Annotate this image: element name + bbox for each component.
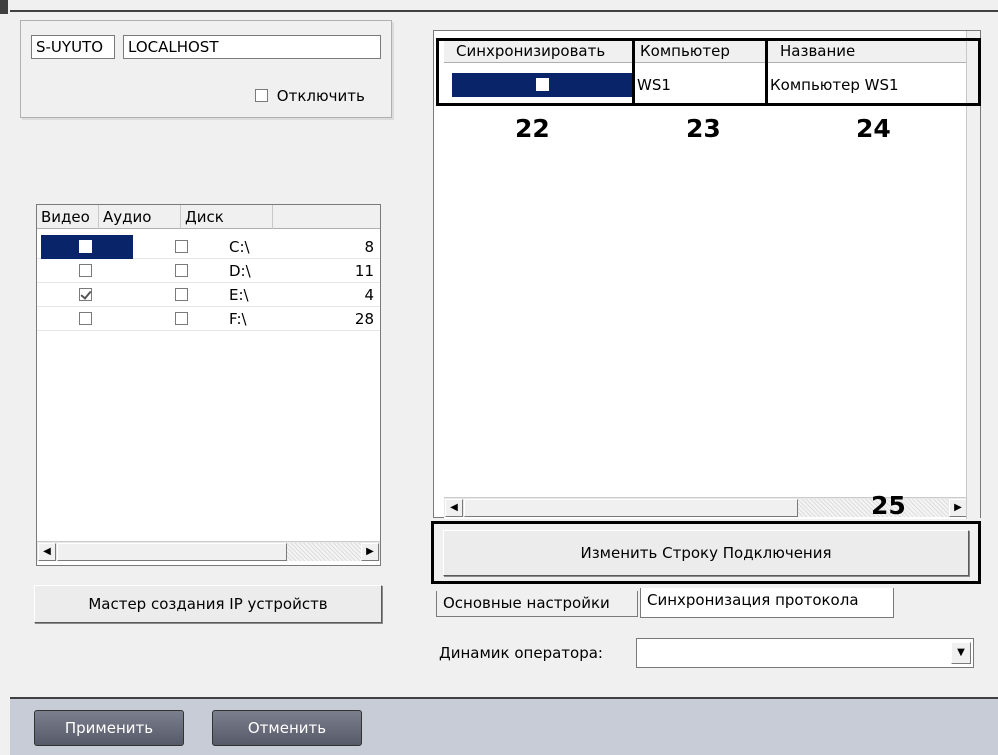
disk-size: 4 (364, 286, 374, 304)
window-top-border (0, 0, 998, 14)
callout-number: 22 (515, 114, 550, 143)
disable-checkbox-row[interactable]: Отключить (255, 87, 365, 107)
operator-speaker-select[interactable]: ▼ (636, 638, 974, 668)
table-row[interactable]: F:\ 28 (37, 307, 380, 331)
audio-checkbox[interactable] (175, 312, 188, 325)
video-checkbox[interactable] (79, 264, 92, 277)
ip-wizard-button[interactable]: Мастер создания IP устройств (34, 585, 382, 623)
audio-checkbox[interactable] (175, 240, 188, 253)
disk-name: D:\ (229, 262, 251, 280)
disk-size: 8 (364, 238, 374, 256)
callout-box-name (765, 38, 981, 106)
server-group: S-UYUTO LOCALHOST Отключить (20, 20, 392, 118)
column-video[interactable]: Видео (37, 205, 99, 229)
disk-list-hscrollbar[interactable]: ◀ ▶ (37, 541, 380, 561)
video-checkbox[interactable] (79, 288, 92, 301)
column-audio[interactable]: Аудио (99, 205, 181, 229)
scroll-right-arrow-icon[interactable]: ▶ (361, 543, 379, 561)
scroll-left-arrow-icon[interactable]: ◀ (445, 499, 463, 517)
disable-checkbox[interactable] (255, 89, 268, 102)
callout-box-sync (436, 38, 635, 106)
callout-number: 24 (856, 114, 891, 143)
tab-main-settings[interactable]: Основные настройки (436, 591, 638, 617)
disk-name: E:\ (229, 286, 249, 304)
disk-name: C:\ (229, 238, 250, 256)
change-connection-string-button[interactable]: Изменить Строку Подключения (443, 530, 969, 576)
table-row[interactable]: C:\ 8 (37, 235, 380, 259)
audio-checkbox[interactable] (175, 264, 188, 277)
disk-list-header: Видео Аудио Диск (37, 205, 380, 229)
table-row[interactable]: D:\ 11 (37, 259, 380, 283)
disk-size: 28 (354, 310, 374, 328)
scroll-thumb[interactable] (464, 499, 798, 517)
scroll-right-arrow-icon[interactable]: ▶ (949, 499, 967, 517)
disable-label: Отключить (276, 87, 365, 105)
column-disk[interactable]: Диск (181, 205, 273, 229)
video-checkbox[interactable] (79, 240, 92, 253)
audio-checkbox[interactable] (175, 288, 188, 301)
callout-number: 25 (871, 491, 906, 520)
tab-protocol-sync[interactable]: Синхронизация протокола (640, 588, 894, 618)
chevron-down-icon[interactable]: ▼ (951, 642, 971, 664)
disk-name: F:\ (229, 310, 247, 328)
scroll-thumb[interactable] (57, 543, 287, 561)
server-id-field[interactable]: S-UYUTO (31, 35, 115, 59)
disk-size: 11 (354, 262, 374, 280)
column-size[interactable] (273, 205, 381, 229)
cancel-button[interactable]: Отменить (212, 710, 362, 746)
apply-button[interactable]: Применить (34, 710, 184, 746)
callout-number: 23 (686, 114, 721, 143)
selected-cell[interactable] (41, 235, 133, 259)
scroll-track[interactable] (287, 543, 361, 561)
table-row[interactable]: E:\ 4 (37, 283, 380, 307)
callout-box-computer (632, 38, 768, 106)
disk-list: Видео Аудио Диск C:\ 8 D:\ 11 E:\ 4 F:\ … (36, 204, 381, 566)
scroll-left-arrow-icon[interactable]: ◀ (38, 543, 56, 561)
footer-bar: Применить Отменить (10, 697, 998, 755)
operator-speaker-label: Динамик оператора: (439, 644, 603, 662)
video-checkbox[interactable] (79, 312, 92, 325)
server-host-field[interactable]: LOCALHOST (123, 35, 381, 59)
